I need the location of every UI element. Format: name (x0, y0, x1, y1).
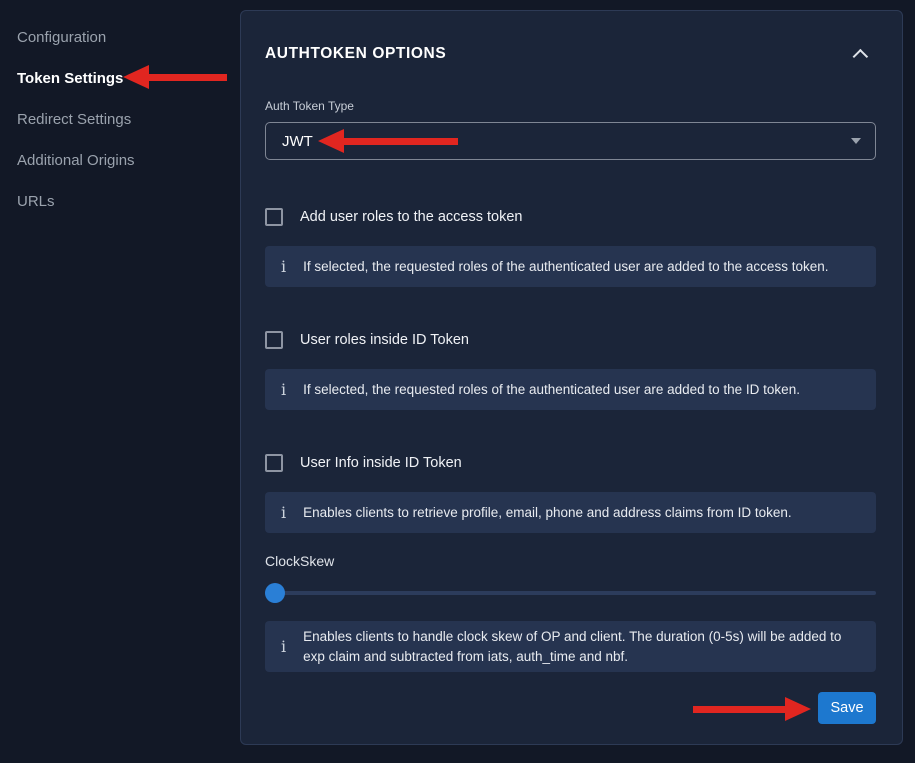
checkbox-label: User roles inside ID Token (300, 332, 469, 348)
checkbox-label: Add user roles to the access token (300, 209, 522, 225)
info-icon: i (281, 505, 286, 521)
panel-header: AUTHTOKEN OPTIONS (265, 43, 876, 65)
panel-actions: Save (265, 692, 876, 724)
authtoken-options-panel: AUTHTOKEN OPTIONS Auth Token Type JWT Ad… (240, 10, 903, 745)
option-row-access-token-roles: Add user roles to the access token (265, 206, 876, 228)
sidebar-item-token-settings[interactable]: Token Settings (17, 67, 240, 89)
info-text: Enables clients to retrieve profile, ema… (303, 503, 792, 523)
sidebar-item-configuration[interactable]: Configuration (17, 26, 240, 48)
auth-token-type-label: Auth Token Type (265, 99, 876, 114)
option-row-user-info-id-token: User Info inside ID Token (265, 452, 876, 474)
info-icon: i (281, 382, 286, 398)
sidebar-item-redirect-settings[interactable]: Redirect Settings (17, 108, 240, 130)
auth-token-type-select[interactable]: JWT (265, 122, 876, 160)
option-row-id-token-roles: User roles inside ID Token (265, 329, 876, 351)
info-text: Enables clients to handle clock skew of … (303, 627, 860, 666)
sidebar-item-additional-origins[interactable]: Additional Origins (17, 149, 240, 171)
auth-token-type-value: JWT (282, 133, 851, 150)
info-box-clockskew: i Enables clients to handle clock skew o… (265, 621, 876, 672)
checkbox-user-info-id-token[interactable] (265, 454, 283, 472)
info-text: If selected, the requested roles of the … (303, 257, 828, 277)
info-text: If selected, the requested roles of the … (303, 380, 800, 400)
info-box-id-token-roles: i If selected, the requested roles of th… (265, 369, 876, 410)
info-icon: i (281, 639, 286, 655)
clockskew-label: ClockSkew (265, 553, 876, 570)
info-box-user-info-id-token: i Enables clients to retrieve profile, e… (265, 492, 876, 533)
caret-down-icon (851, 138, 861, 144)
panel-title: AUTHTOKEN OPTIONS (265, 45, 446, 63)
slider-track[interactable] (265, 591, 876, 595)
sidebar-item-urls[interactable]: URLs (17, 190, 240, 212)
chevron-up-icon[interactable] (853, 48, 869, 64)
checkbox-label: User Info inside ID Token (300, 455, 462, 471)
clockskew-slider[interactable] (265, 583, 876, 603)
checkbox-user-roles-id-token[interactable] (265, 331, 283, 349)
info-icon: i (281, 259, 286, 275)
slider-thumb[interactable] (265, 583, 285, 603)
checkbox-add-user-roles-access-token[interactable] (265, 208, 283, 226)
save-button[interactable]: Save (818, 692, 876, 724)
info-box-access-token-roles: i If selected, the requested roles of th… (265, 246, 876, 287)
settings-sidebar: Configuration Token Settings Redirect Se… (0, 0, 240, 763)
